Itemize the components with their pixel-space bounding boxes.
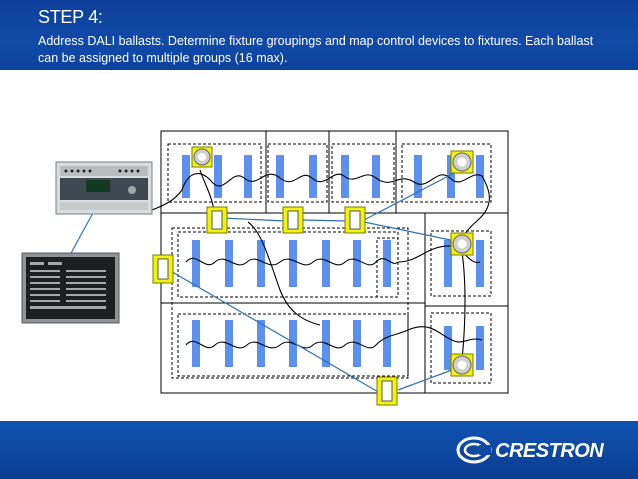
- fixture: [383, 320, 391, 367]
- wall-switch-icon: [376, 376, 398, 406]
- touchpanel: [21, 252, 120, 324]
- wall-switches: [152, 206, 398, 406]
- fixture: [353, 240, 361, 287]
- fixture: [192, 240, 200, 287]
- wall-switch-icon: [344, 206, 366, 234]
- fixture: [383, 240, 391, 287]
- fixture: [225, 240, 233, 287]
- fixture: [182, 155, 190, 198]
- occupancy-sensor-icon: [450, 232, 474, 256]
- fixture: [289, 240, 297, 287]
- crestron-logo: CRESTRON: [455, 435, 625, 465]
- occupancy-sensor-icon: [191, 146, 213, 168]
- occupancy-sensor-icon: [450, 353, 474, 377]
- fixture: [257, 240, 265, 287]
- crestron-swirl-logo-icon: [456, 436, 492, 464]
- wall-switch-icon: [152, 254, 174, 284]
- fixture: [214, 155, 222, 198]
- wall-switch-icon: [282, 206, 304, 234]
- floorplan-diagram: [21, 130, 509, 406]
- fixture: [476, 326, 484, 370]
- brand-name: CRESTRON: [495, 440, 604, 462]
- fixtures: [182, 155, 484, 370]
- fixture: [244, 155, 252, 198]
- occupancy-sensor-icon: [450, 150, 474, 174]
- dali-controller: [55, 161, 153, 215]
- wall-switch-icon: [206, 206, 228, 234]
- fixture: [322, 240, 330, 287]
- fixture: [476, 240, 484, 287]
- dali-bus-wiring: [151, 169, 490, 361]
